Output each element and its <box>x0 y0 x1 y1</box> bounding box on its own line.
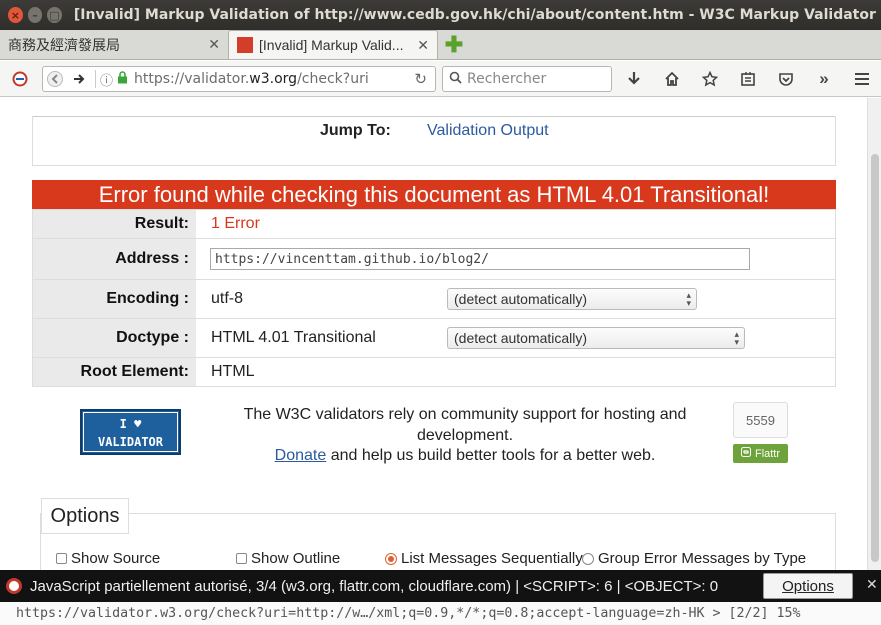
root-element-value: HTML <box>211 363 255 380</box>
pocket-icon[interactable] <box>774 67 798 91</box>
list-sequential-option[interactable]: List Messages Sequentially <box>385 550 583 567</box>
tab-bar: 商務及經濟發展局 ✕ [Invalid] Markup Valid... ✕ ✚ <box>0 30 881 60</box>
support-line1: The W3C validators rely on community sup… <box>243 406 687 444</box>
url-bar[interactable]: ⓘ https://validator.w3.org/check?uri ↻ <box>42 66 436 92</box>
home-icon[interactable] <box>660 67 684 91</box>
toolbar-icons: » <box>622 67 850 91</box>
encoding-value: utf-8 <box>211 290 244 307</box>
tab-label: [Invalid] Markup Valid... <box>259 37 404 53</box>
doctype-label: Doctype : <box>33 319 196 357</box>
noscript-options-button[interactable]: Options <box>763 573 853 599</box>
close-tab-icon[interactable]: ✕ <box>208 36 220 53</box>
close-notification-icon[interactable]: ✕ <box>866 576 878 593</box>
forward-icon[interactable] <box>67 67 91 91</box>
tab-cedb[interactable]: 商務及經濟發展局 ✕ <box>0 30 228 59</box>
bookmark-star-icon[interactable] <box>698 67 722 91</box>
close-window-button[interactable]: × <box>8 7 23 23</box>
url-domain: w3.org <box>249 71 298 87</box>
noscript-message: JavaScript partiellement autorisé, 3/4 (… <box>30 577 719 595</box>
doctype-select[interactable]: (detect automatically) ▴ ▾ <box>447 327 745 349</box>
show-outline-label: Show Outline <box>251 550 341 567</box>
i-love-validator-logo[interactable]: I ♥ VALIDATOR <box>80 409 181 455</box>
close-tab-icon[interactable]: ✕ <box>417 37 429 54</box>
table-row: Doctype : HTML 4.01 Transitional (detect… <box>33 319 835 358</box>
support-text: The W3C validators rely on community sup… <box>220 405 710 467</box>
validation-output-link[interactable]: Validation Output <box>427 122 549 140</box>
root-element-label: Root Element: <box>33 358 196 386</box>
search-icon <box>449 71 462 88</box>
hamburger-menu-icon[interactable] <box>850 67 874 91</box>
tab-validator[interactable]: [Invalid] Markup Valid... ✕ <box>228 30 438 59</box>
show-outline-checkbox[interactable] <box>236 553 247 564</box>
flattr-label: Flattr <box>754 447 781 460</box>
logo-line1: I ♥ <box>119 417 142 431</box>
url-path: /check?uri <box>297 71 369 87</box>
error-banner: Error found while checking this document… <box>32 180 836 209</box>
window-titlebar: × – □ [Invalid] Markup Validation of htt… <box>0 0 881 30</box>
maximize-window-button[interactable]: □ <box>47 7 62 23</box>
flattr-count: 5559 <box>733 402 788 438</box>
tab-label: 商務及經濟發展局 <box>8 36 120 53</box>
show-source-checkbox[interactable] <box>56 553 67 564</box>
group-by-type-label: Group Error Messages by Type <box>598 550 807 567</box>
options-legend[interactable]: Options <box>41 498 129 534</box>
encoding-select[interactable]: (detect automatically) ▴ ▾ <box>447 288 697 310</box>
vertical-scrollbar[interactable] <box>867 98 881 570</box>
group-by-type-radio[interactable] <box>582 552 594 565</box>
w3c-favicon-icon <box>237 37 253 53</box>
search-bar[interactable]: Rechercher <box>442 66 612 92</box>
new-tab-button[interactable]: ✚ <box>442 30 466 59</box>
encoding-label: Encoding : <box>33 280 196 318</box>
list-sequential-label: List Messages Sequentially <box>401 550 583 567</box>
url-text: https://validator.w3.org/check?uri <box>134 71 370 87</box>
download-icon[interactable] <box>622 67 646 91</box>
result-label: Result: <box>33 210 196 238</box>
reading-list-icon[interactable] <box>736 67 760 91</box>
select-arrows-icon: ▴ ▾ <box>686 290 691 308</box>
support-line2: and help us build better tools for a bet… <box>326 447 656 464</box>
noscript-icon <box>6 578 22 594</box>
window-title: [Invalid] Markup Validation of http://ww… <box>73 7 881 23</box>
flattr-button[interactable]: Flattr <box>733 444 788 463</box>
flattr-icon <box>740 447 751 460</box>
doctype-select-value: (detect automatically) <box>454 330 588 346</box>
scrollbar-thumb[interactable] <box>871 154 879 562</box>
back-icon[interactable] <box>43 67 67 91</box>
result-table: Result: 1 Error Address : https://vincen… <box>32 209 836 387</box>
table-row: Address : https://vincenttam.github.io/b… <box>33 239 835 280</box>
table-row: Encoding : utf-8 (detect automatically) … <box>33 280 835 319</box>
table-row: Result: 1 Error <box>33 210 835 239</box>
info-icon[interactable]: ⓘ <box>100 70 113 89</box>
lock-icon <box>117 71 128 87</box>
overflow-chevron-icon[interactable]: » <box>812 67 836 91</box>
url-prefix: https://validator. <box>134 71 250 87</box>
status-bar: https://validator.w3.org/check?uri=http:… <box>0 602 881 625</box>
address-label: Address : <box>33 239 196 279</box>
minimize-window-button[interactable]: – <box>27 7 43 23</box>
logo-line2: VALIDATOR <box>97 435 164 449</box>
navigation-toolbar: ⓘ https://validator.w3.org/check?uri ↻ R… <box>0 61 881 97</box>
result-value: 1 Error <box>211 215 260 232</box>
noscript-icon[interactable] <box>8 67 32 91</box>
page-content: Jump To: Validation Output Error found w… <box>0 98 867 570</box>
table-row: Root Element: HTML <box>33 358 835 386</box>
encoding-select-value: (detect automatically) <box>454 291 588 307</box>
show-outline-option[interactable]: Show Outline <box>236 550 340 567</box>
reload-icon[interactable]: ↻ <box>414 70 427 88</box>
donate-link[interactable]: Donate <box>275 447 327 464</box>
address-input[interactable]: https://vincenttam.github.io/blog2/ <box>210 248 750 270</box>
jump-to-label: Jump To: <box>320 122 391 139</box>
show-source-option[interactable]: Show Source <box>56 550 160 567</box>
search-placeholder: Rechercher <box>467 71 547 87</box>
noscript-notification-bar: JavaScript partiellement autorisé, 3/4 (… <box>0 570 881 602</box>
select-arrows-icon: ▴ ▾ <box>734 329 739 347</box>
list-sequential-radio[interactable] <box>385 552 397 565</box>
group-by-type-option[interactable]: Group Error Messages by Type <box>582 550 806 567</box>
show-source-label: Show Source <box>71 550 161 567</box>
doctype-value: HTML 4.01 Transitional <box>211 329 376 346</box>
